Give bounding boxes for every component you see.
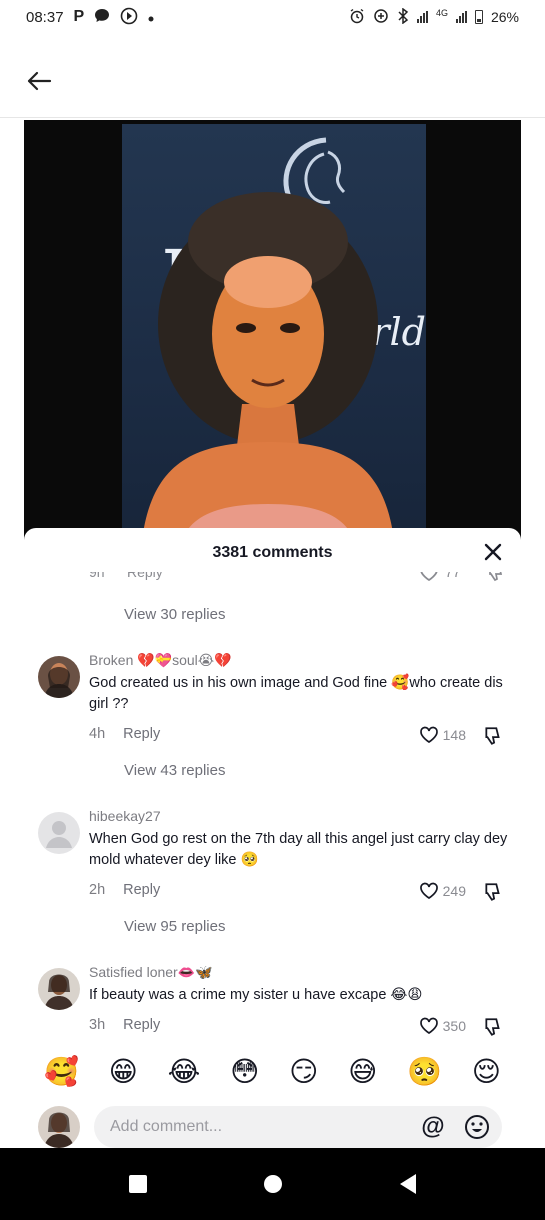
view-replies-link[interactable]: View 95 replies — [124, 918, 225, 935]
avatar[interactable] — [38, 812, 80, 854]
home-button[interactable] — [261, 1172, 285, 1196]
heart-icon — [419, 882, 438, 900]
close-icon — [484, 543, 502, 561]
emoji-flushed-button[interactable]: 😳 — [230, 1058, 259, 1086]
heart-icon — [419, 726, 438, 744]
status-bar: 08:37 P 4G 26% — [0, 0, 545, 34]
status-time: 08:37 — [26, 8, 64, 26]
avatar[interactable] — [38, 968, 80, 1010]
app-header — [0, 34, 545, 118]
comment-text: When God go rest on the 7th day all this… — [89, 831, 508, 868]
reply-button[interactable]: Reply — [123, 726, 160, 742]
recents-square-icon — [128, 1175, 147, 1193]
clipped-like[interactable] — [419, 572, 439, 584]
arrow-left-icon — [27, 71, 52, 91]
mention-button[interactable]: @ — [420, 1114, 446, 1140]
comment-text: God created us in his own image and God … — [89, 675, 503, 712]
home-circle-icon — [263, 1175, 282, 1193]
reply-button[interactable]: Reply — [123, 1017, 160, 1033]
emoji-sweat-smile-button[interactable]: 😅 — [348, 1058, 377, 1086]
emoji-grin-button[interactable]: 😁 — [109, 1058, 138, 1086]
like-button[interactable]: 350 — [419, 1017, 466, 1035]
comment-meta: 4h Reply — [89, 726, 160, 742]
comment-meta: 3h Reply — [89, 1017, 160, 1033]
like-count: 249 — [442, 883, 466, 899]
comment-time: 2h — [89, 882, 106, 898]
compass-icon — [120, 7, 138, 28]
clipped-likes: 77 — [445, 572, 461, 580]
alarm-icon — [349, 8, 365, 27]
data-saver-icon — [373, 8, 389, 27]
close-button[interactable] — [481, 540, 505, 564]
p-icon: P — [73, 8, 85, 25]
status-right: 4G 26% — [349, 7, 519, 27]
thumbs-down-icon — [489, 572, 503, 582]
like-button[interactable]: 249 — [419, 882, 466, 900]
view-replies-link[interactable]: View 43 replies — [124, 762, 225, 779]
avatar[interactable] — [38, 656, 80, 698]
signal-icon-2 — [455, 11, 467, 23]
video-player[interactable]: H'S orld — [24, 120, 521, 540]
reply-button[interactable]: Reply — [123, 882, 160, 898]
heart-icon — [419, 1017, 438, 1035]
clipped-time: 9h — [89, 572, 105, 580]
comment-username[interactable]: Satisfied loner👄🦋 — [89, 964, 213, 981]
thumbs-down-icon — [485, 883, 500, 901]
like-count: 350 — [442, 1018, 466, 1034]
thumbs-down-icon — [485, 1018, 500, 1036]
network-type: 4G — [435, 7, 448, 18]
comment-time: 3h — [89, 1017, 106, 1033]
comment-username[interactable]: Broken 💔💝soul😭💔 — [89, 652, 232, 669]
system-back-button[interactable] — [396, 1172, 420, 1196]
comment-time: 4h — [89, 726, 106, 742]
dislike-button[interactable] — [483, 882, 503, 902]
comment-text: If beauty was a crime my sister u have e… — [89, 987, 423, 1003]
clipped-dislike[interactable] — [487, 572, 505, 584]
like-count: 148 — [442, 727, 466, 743]
dislike-button[interactable] — [483, 726, 503, 746]
comments-count-title: 3381 comments — [212, 544, 333, 561]
battery-icon — [474, 10, 483, 24]
dislike-button[interactable] — [483, 1017, 503, 1037]
smiley-icon — [465, 1115, 489, 1139]
battery-percent: 26% — [490, 9, 519, 25]
emoji-tears-of-joy-button[interactable]: 😂 — [168, 1058, 201, 1086]
thumbs-down-icon — [485, 727, 500, 745]
view-replies-link[interactable]: View 30 replies — [124, 606, 225, 623]
recents-button[interactable] — [126, 1172, 150, 1196]
comment-meta: 2h Reply — [89, 882, 160, 898]
like-button[interactable]: 148 — [419, 726, 466, 744]
video-person-image — [142, 192, 394, 540]
clipped-comment-meta: 9h Reply 77 — [89, 572, 509, 584]
emoji-quick-bar: 🥰 😁 😂 😳 😏 😅 🥺 😌 — [24, 1046, 521, 1098]
back-button[interactable] — [22, 64, 56, 98]
system-nav-bar — [0, 1148, 545, 1220]
bluetooth-icon — [397, 7, 409, 27]
emoji-smiling-hearts-button[interactable]: 🥰 — [44, 1058, 79, 1086]
video-frame: H'S orld — [122, 124, 426, 540]
status-left: 08:37 P — [26, 7, 154, 28]
dot-icon — [148, 10, 154, 25]
comment-username[interactable]: hibeekay27 — [89, 808, 161, 824]
chat-bubble-icon — [94, 8, 110, 26]
clipped-reply[interactable]: Reply — [127, 572, 163, 580]
emoji-smirk-button[interactable]: 😏 — [289, 1058, 318, 1086]
back-triangle-icon — [399, 1174, 416, 1194]
heart-icon — [420, 572, 438, 582]
signal-icon — [416, 11, 428, 23]
emoji-pleading-button[interactable]: 🥺 — [407, 1058, 442, 1086]
my-avatar[interactable] — [38, 1106, 80, 1148]
emoji-picker-button[interactable] — [464, 1114, 490, 1140]
comment-input-bar: @ — [24, 1100, 521, 1148]
emoji-relieved-button[interactable]: 😌 — [472, 1058, 501, 1086]
